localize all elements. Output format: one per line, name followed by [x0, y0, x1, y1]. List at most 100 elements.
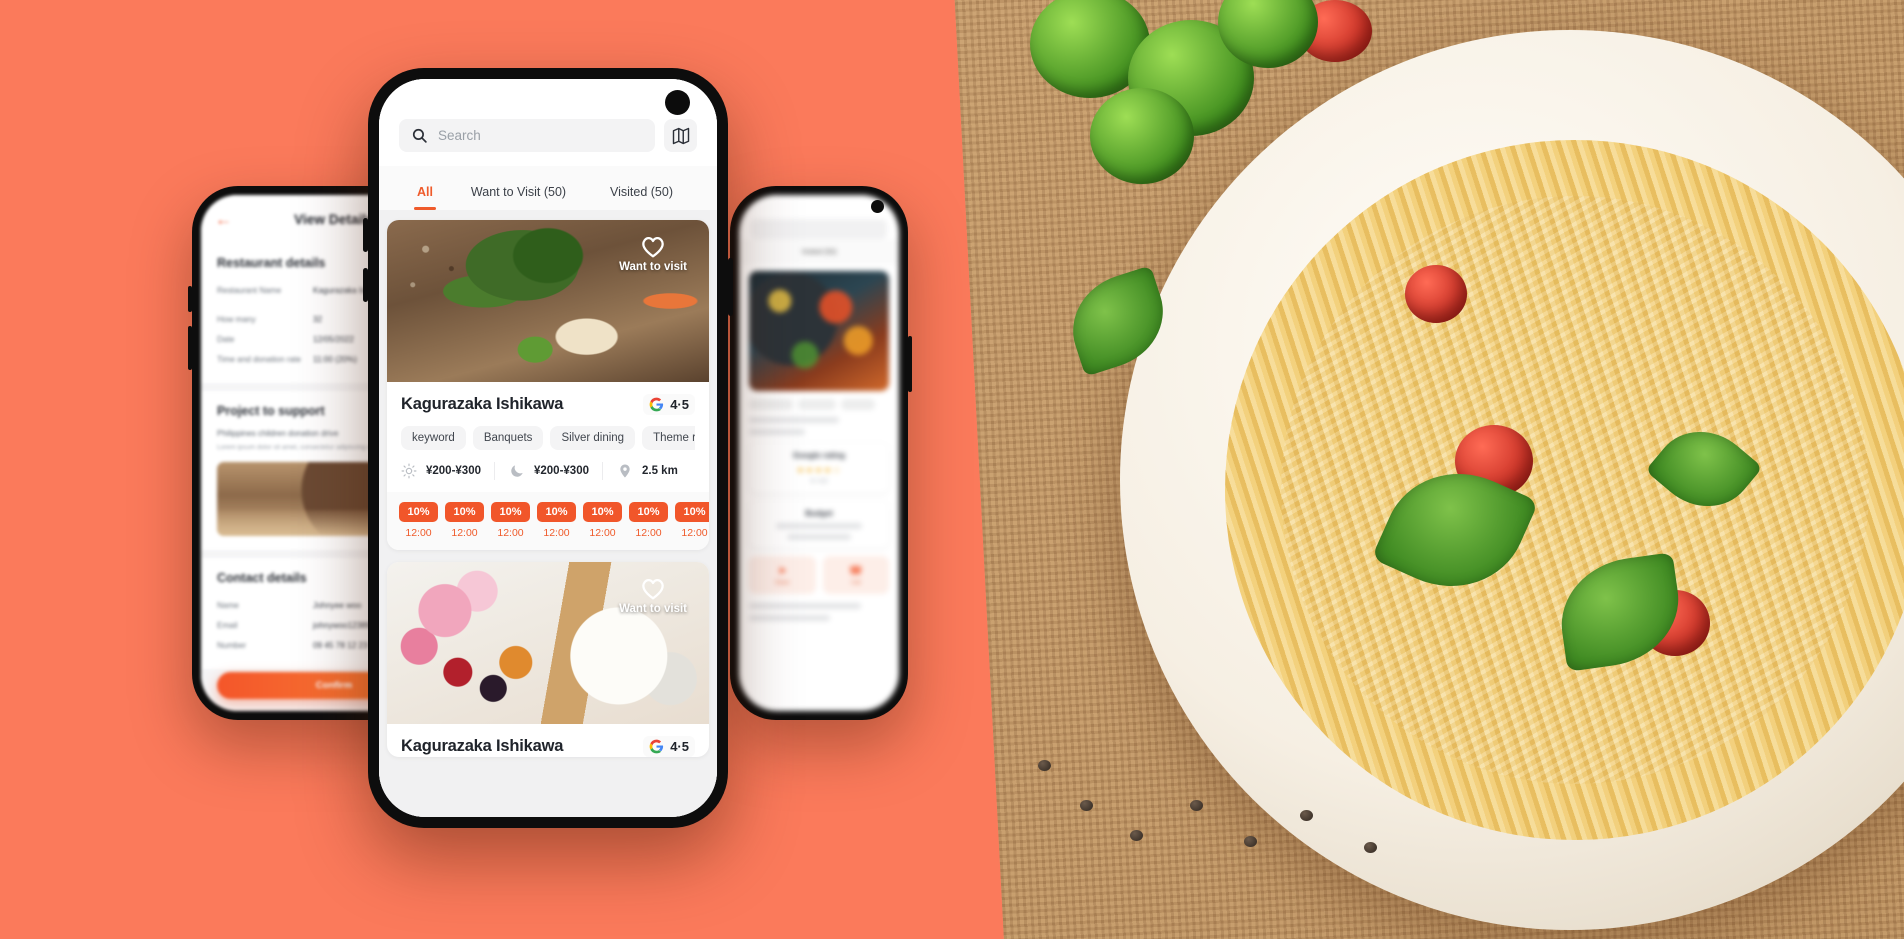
map-button[interactable]	[664, 119, 697, 152]
offer-time: 12:00	[543, 527, 570, 539]
tag-list: keyword Banquets Silver dining Theme res…	[401, 426, 695, 450]
search-input[interactable]	[751, 219, 887, 239]
tab-bar: All Want to Visit (50) Visited (50)	[379, 166, 717, 210]
rating-value: 4·5	[670, 739, 689, 754]
peppercorn	[1190, 800, 1203, 811]
detail-label: How many	[217, 314, 256, 324]
tab-visited[interactable]: Visited (50)	[801, 249, 836, 256]
call-icon: ☎	[848, 565, 863, 577]
phone-volume-button	[188, 326, 192, 370]
want-to-visit-button[interactable]: Want to visit	[619, 576, 687, 615]
daytime-price: ¥200-¥300	[426, 465, 481, 477]
budget-title: Budget	[805, 509, 833, 518]
offer-item[interactable]: 10% 12:00	[629, 502, 668, 539]
tab-visited[interactable]: Visited (50)	[580, 185, 703, 210]
heart-outline-icon	[640, 576, 666, 600]
offer-item[interactable]: 10% 12:00	[675, 502, 709, 539]
meta-night-price: ¥200-¥300	[495, 463, 602, 479]
share-label: Share	[774, 580, 790, 586]
offer-discount: 10%	[399, 502, 438, 522]
google-icon	[649, 739, 664, 754]
offer-discount: 10%	[491, 502, 530, 522]
offer-time: 12:00	[451, 527, 478, 539]
tab-want-to-visit[interactable]: Want to Visit (50)	[457, 185, 580, 210]
night-price: ¥200-¥300	[534, 465, 589, 477]
cherry-tomato	[1405, 265, 1467, 323]
right-phone-mockup: Visited (50) Google rating ★★★★☆ 5 / 4.5…	[730, 186, 912, 720]
tag-chip[interactable]: Banquets	[472, 426, 544, 450]
phone-volume-up-button	[363, 218, 368, 252]
phone-power-button	[728, 258, 733, 316]
right-phone-screen: Visited (50) Google rating ★★★★☆ 5 / 4.5…	[739, 195, 899, 711]
rating-value: 4·5	[670, 397, 689, 412]
google-rating-title: Google rating	[793, 451, 845, 460]
map-icon	[672, 127, 690, 145]
search-input[interactable]: Search	[399, 119, 655, 152]
tab-bar: Visited (50)	[739, 239, 899, 265]
peppercorn	[1080, 800, 1093, 811]
search-placeholder: Search	[438, 128, 481, 143]
offer-item[interactable]: 10% 12:00	[537, 502, 576, 539]
offer-discount: 10%	[537, 502, 576, 522]
google-icon	[649, 397, 664, 412]
contact-label: Number	[217, 640, 247, 650]
offer-time: 12:00	[635, 527, 662, 539]
offer-item[interactable]: 10% 12:00	[399, 502, 438, 539]
arrow-left-icon[interactable]: ←	[215, 211, 232, 228]
green-tomato	[1090, 88, 1194, 184]
offer-list[interactable]: 10% 12:00 10% 12:00 10% 12:00 10% 12:00 …	[387, 492, 709, 550]
share-icon: ➤	[777, 565, 787, 577]
offer-time: 12:00	[681, 527, 708, 539]
share-button[interactable]: ➤ Share	[749, 556, 816, 594]
search-icon	[411, 127, 428, 144]
offer-time: 12:00	[405, 527, 432, 539]
card-title-row: Kagurazaka Ishikawa 4·5	[401, 394, 695, 415]
offer-item[interactable]: 10% 12:00	[445, 502, 484, 539]
offer-discount: 10%	[629, 502, 668, 522]
restaurant-name: Kagurazaka Ishikawa	[401, 395, 564, 413]
call-button[interactable]: ☎ Call	[822, 556, 889, 594]
contact-label: Email	[217, 620, 238, 630]
front-camera	[871, 200, 884, 213]
phone-side-button	[188, 286, 192, 312]
search-bar: Search	[379, 79, 717, 166]
restaurant-photo: Want to visit	[387, 220, 709, 382]
meta-row: ¥200-¥300 ¥200-¥300 2.5 km	[401, 462, 695, 492]
peppercorn	[1300, 810, 1313, 821]
want-to-visit-label: Want to visit	[619, 603, 687, 615]
restaurant-name: Kagurazaka Ishikawa	[401, 737, 564, 755]
tag-chip[interactable]: Silver dining	[550, 426, 636, 450]
offer-discount: 10%	[675, 502, 709, 522]
contact-value: 09 45 78 12 23	[313, 640, 368, 650]
want-to-visit-label: Want to visit	[619, 261, 687, 273]
tag-chip[interactable]: Theme restro	[642, 426, 695, 450]
moon-icon	[509, 463, 525, 479]
detail-value: 11:00 (20%)	[313, 354, 357, 364]
tag-chip[interactable]: keyword	[401, 426, 466, 450]
restaurant-photo	[749, 271, 889, 391]
meta-daytime-price: ¥200-¥300	[401, 463, 494, 479]
action-row: ➤ Share ☎ Call	[749, 556, 889, 594]
offer-item[interactable]: 10% 12:00	[583, 502, 622, 539]
tab-all[interactable]: All	[393, 185, 457, 210]
center-phone-mockup: Search All Want to Visit (50) Visited (5…	[363, 68, 733, 828]
peppercorn	[1038, 760, 1051, 771]
star-rating-icon: ★★★★☆	[796, 465, 842, 475]
card-title-row: Kagurazaka Ishikawa 4·5	[401, 736, 695, 757]
heart-outline-icon	[640, 234, 666, 258]
offer-item[interactable]: 10% 12:00	[491, 502, 530, 539]
peppercorn	[1130, 830, 1143, 841]
detail-label: Date	[217, 334, 235, 344]
offer-time: 12:00	[589, 527, 616, 539]
app-body: Search All Want to Visit (50) Visited (5…	[379, 79, 717, 817]
restaurant-list[interactable]: Want to visit Kagurazaka Ishikawa 4·5 ke…	[379, 210, 717, 817]
phone-volume-down-button	[363, 268, 368, 302]
offer-time: 12:00	[497, 527, 524, 539]
restaurant-card[interactable]: Want to visit Kagurazaka Ishikawa	[387, 220, 709, 550]
phone-power-button	[908, 336, 912, 392]
detail-label: Restaurant Name	[217, 285, 282, 295]
google-rating-card: Google rating ★★★★☆ 5 / 4.5	[749, 443, 889, 493]
detail-label: Time and donation rate	[217, 354, 301, 364]
restaurant-card[interactable]: Want to visit Kagurazaka Ishikawa	[387, 562, 709, 757]
want-to-visit-button[interactable]: Want to visit	[619, 234, 687, 273]
